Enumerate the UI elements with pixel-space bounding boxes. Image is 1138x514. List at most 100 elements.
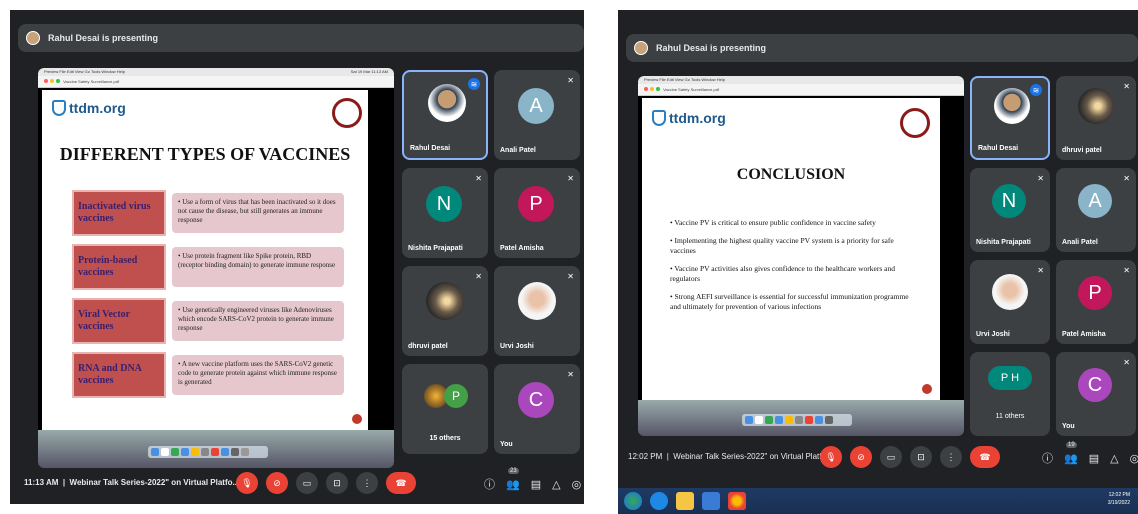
- ttdm-logo: ttdm.org: [652, 110, 726, 126]
- camera-toggle-button[interactable]: ⊘: [850, 446, 872, 468]
- captions-button[interactable]: ▭: [296, 472, 318, 494]
- participant-avatar: C: [518, 382, 554, 418]
- mic-toggle-button[interactable]: 🎙: [236, 472, 258, 494]
- activities-icon[interactable]: △: [552, 478, 560, 491]
- ie-icon[interactable]: [650, 492, 668, 510]
- self-tile[interactable]: C ✕ You: [494, 364, 580, 454]
- chrome-icon[interactable]: [728, 492, 746, 510]
- mic-off-icon: ✕: [567, 370, 574, 379]
- pdf-window-title: Vaccine Safety Surveillance.pdf: [63, 79, 120, 84]
- mic-off-icon: ✕: [1037, 266, 1044, 275]
- slide: ttdm.org DIFFERENT TYPES OF VACCINES Ina…: [42, 90, 368, 430]
- self-tile[interactable]: C ✕ You: [1056, 352, 1136, 436]
- media-icon[interactable]: [702, 492, 720, 510]
- pdf-window-bar: Vaccine Safety Surveillance.pdf: [38, 76, 394, 88]
- participant-photo: [992, 274, 1028, 310]
- camera-toggle-button[interactable]: ⊘: [266, 472, 288, 494]
- slide-page-badge: [352, 414, 362, 424]
- info-icon[interactable]: ⓘ: [484, 476, 495, 492]
- chat-icon[interactable]: ▤: [531, 478, 541, 491]
- participant-name: Rahul Desai: [978, 145, 1019, 152]
- participant-tile[interactable]: P ✕ Patel Amisha: [494, 168, 580, 258]
- meeting-info: 11:13 AM | Webinar Talk Series-2022" on …: [24, 478, 240, 487]
- participant-tile[interactable]: N ✕ Nishita Prajapati: [970, 168, 1050, 252]
- participant-tile[interactable]: P H 11 others: [970, 352, 1050, 436]
- vaccine-row: Protein-based vaccines • Use protein fra…: [72, 244, 344, 290]
- vaccine-row: Inactivated virus vaccines • Use a form …: [72, 190, 344, 236]
- conclusion-list: • Vaccine PV is critical to ensure publi…: [670, 218, 920, 312]
- participant-tile[interactable]: ✕ Urvi Joshi: [494, 266, 580, 356]
- host-controls-icon[interactable]: ◎: [572, 478, 582, 491]
- host-controls-icon[interactable]: ◎: [1130, 452, 1138, 465]
- slide-page-badge: [922, 384, 932, 394]
- people-icon[interactable]: 👥 19: [1064, 441, 1078, 465]
- present-button[interactable]: ⊡: [326, 472, 348, 494]
- participant-name: Nishita Prajapati: [408, 245, 463, 252]
- captions-button[interactable]: ▭: [880, 446, 902, 468]
- presenter-avatar: [26, 31, 40, 45]
- participant-avatar: P: [1078, 276, 1112, 310]
- start-button[interactable]: [624, 492, 642, 510]
- bullet-item: • Vaccine PV is critical to ensure publi…: [670, 218, 876, 227]
- others-count: 11 others: [995, 413, 1025, 420]
- participant-name: Urvi Joshi: [500, 343, 534, 350]
- participant-tile[interactable]: ≋ Rahul Desai: [402, 70, 488, 160]
- vaccine-label: Protein-based vaccines: [72, 244, 166, 290]
- presenter-avatar: [634, 41, 648, 55]
- more-options-button[interactable]: ⋮: [356, 472, 378, 494]
- participant-tile[interactable]: ≋ Rahul Desai: [970, 76, 1050, 160]
- people-icon[interactable]: 👥 23: [506, 467, 520, 491]
- tray-time: 12:02 PM: [1108, 492, 1130, 498]
- vaccine-desc: • Use protein fragment like Spike protei…: [172, 247, 344, 287]
- participant-tile[interactable]: A ✕ Anali Patel: [494, 70, 580, 160]
- side-icons: ⓘ 👥 23 ▤ △ ◎: [484, 467, 582, 492]
- clock: 12:02 PM: [628, 452, 663, 461]
- meeting-title: Webinar Talk Series-2022" on Virtual Pla…: [69, 478, 240, 487]
- present-button[interactable]: ⊡: [910, 446, 932, 468]
- call-controls: 🎙 ⊘ ▭ ⊡ ⋮ ☎: [820, 446, 1000, 468]
- call-controls: 🎙 ⊘ ▭ ⊡ ⋮ ☎: [236, 472, 416, 494]
- participant-tile[interactable]: ✕ dhruvi patel: [1056, 76, 1136, 160]
- participant-avatar: N: [992, 184, 1026, 218]
- people-count-badge: 23: [508, 467, 519, 474]
- leave-call-button[interactable]: ☎: [970, 446, 1000, 468]
- chat-icon[interactable]: ▤: [1089, 452, 1099, 465]
- mac-menu-bar: Preview File Edit View Go Tools Window H…: [638, 76, 964, 84]
- explorer-icon[interactable]: [676, 492, 694, 510]
- participant-name: You: [500, 441, 513, 448]
- pdf-window-title: Vaccine Safety Surveillance.pdf: [663, 87, 720, 92]
- participant-photo: [518, 282, 556, 320]
- slide-title: DIFFERENT TYPES OF VACCINES: [59, 144, 351, 164]
- participant-tile[interactable]: ✕ dhruvi patel: [402, 266, 488, 356]
- info-icon[interactable]: ⓘ: [1042, 450, 1053, 466]
- bullet-item: • Strong AEFI surveillance is essential …: [670, 292, 909, 311]
- participant-name: Anali Patel: [500, 147, 536, 154]
- presenting-text: Rahul Desai is presenting: [48, 33, 159, 43]
- participant-tile[interactable]: P ✕ Patel Amisha: [1056, 260, 1136, 344]
- participant-name: dhruvi patel: [1062, 147, 1102, 154]
- vaccine-row: RNA and DNA vaccines • A new vaccine pla…: [72, 352, 344, 398]
- others-count: 15 others: [429, 435, 461, 442]
- more-options-button[interactable]: ⋮: [940, 446, 962, 468]
- participant-avatar: P: [518, 186, 554, 222]
- ttdm-logo: ttdm.org: [52, 100, 126, 116]
- meeting-title: Webinar Talk Series-2022" on Virtual Pla…: [673, 452, 829, 461]
- activities-icon[interactable]: △: [1110, 452, 1118, 465]
- participant-photo: [994, 88, 1030, 124]
- participant-tile[interactable]: ✕ Urvi Joshi: [970, 260, 1050, 344]
- mic-toggle-button[interactable]: 🎙: [820, 446, 842, 468]
- people-count-badge: 19: [1066, 441, 1077, 448]
- system-tray: 12:02 PM 3/19/2022: [1108, 491, 1130, 507]
- bullet-item: • Implementing the highest quality vacci…: [670, 236, 894, 255]
- mac-dock[interactable]: [742, 414, 852, 426]
- leave-call-button[interactable]: ☎: [386, 472, 416, 494]
- participant-tile[interactable]: N ✕ Nishita Prajapati: [402, 168, 488, 258]
- participant-tile[interactable]: P 15 others: [402, 364, 488, 454]
- institute-seal: [900, 108, 930, 138]
- participant-tile[interactable]: A ✕ Anali Patel: [1056, 168, 1136, 252]
- vaccine-desc: • A new vaccine platform uses the SARS-C…: [172, 355, 344, 395]
- vaccine-label: Viral Vector vaccines: [72, 298, 166, 344]
- mic-off-icon: ✕: [567, 174, 574, 183]
- mac-dock[interactable]: [148, 446, 268, 458]
- participant-name: Patel Amisha: [1062, 331, 1106, 338]
